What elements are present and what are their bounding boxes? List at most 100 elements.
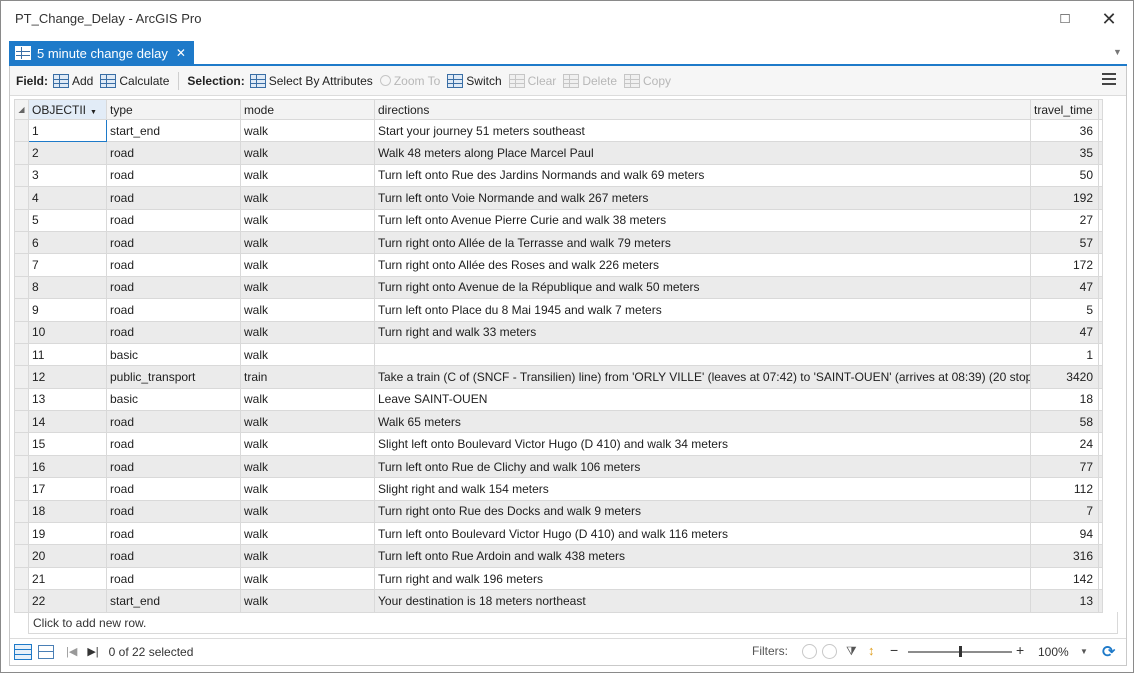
travel-time-cell[interactable]: 142 bbox=[1030, 566, 1099, 591]
objectid-cell[interactable]: 21 bbox=[28, 566, 107, 591]
delete-selection-button[interactable]: Delete bbox=[563, 73, 617, 88]
mode-cell[interactable]: walk bbox=[240, 230, 375, 255]
travel-time-cell[interactable]: 27 bbox=[1030, 208, 1099, 232]
table-row[interactable]: 18 road walk Turn right onto Rue des Docks … bbox=[14, 499, 1103, 524]
mode-cell[interactable]: walk bbox=[240, 432, 375, 456]
directions-cell[interactable]: Slight left onto Boulevard Victor Hugo (… bbox=[374, 432, 1031, 456]
first-record-icon[interactable]: |◀ bbox=[66, 645, 77, 658]
mode-cell[interactable]: walk bbox=[240, 141, 375, 165]
filter-funnel-icon[interactable]: ⧩ bbox=[846, 644, 861, 659]
add-new-row[interactable]: Click to add new row. bbox=[28, 612, 1118, 634]
table-row[interactable]: 9 road walk Turn left onto Place du 8 Mai 1… bbox=[14, 298, 1103, 322]
objectid-cell[interactable]: 10 bbox=[28, 320, 107, 344]
objectid-cell[interactable]: 20 bbox=[28, 544, 107, 568]
type-cell[interactable]: road bbox=[106, 253, 241, 277]
type-cell[interactable]: basic bbox=[106, 387, 241, 412]
row-selector[interactable] bbox=[14, 163, 29, 188]
objectid-cell[interactable]: 2 bbox=[28, 141, 107, 165]
row-selector[interactable] bbox=[14, 477, 29, 501]
mode-cell[interactable]: train bbox=[240, 365, 375, 389]
objectid-cell[interactable]: 9 bbox=[28, 298, 107, 322]
travel-time-cell[interactable]: 47 bbox=[1030, 320, 1099, 344]
directions-cell[interactable]: Turn left onto Rue de Clichy and walk 10… bbox=[374, 454, 1031, 479]
sort-updown-icon[interactable]: ↕ bbox=[868, 643, 875, 658]
objectid-cell[interactable]: 7 bbox=[28, 253, 107, 277]
calculate-field-button[interactable]: Calculate bbox=[100, 73, 169, 88]
mode-cell[interactable]: walk bbox=[240, 275, 375, 300]
directions-cell[interactable]: Turn left onto Avenue Pierre Curie and w… bbox=[374, 208, 1031, 232]
type-cell[interactable]: road bbox=[106, 544, 241, 568]
directions-cell[interactable]: Leave SAINT-OUEN bbox=[374, 387, 1031, 412]
column-header-type[interactable]: type bbox=[106, 99, 241, 120]
extent-filter-icon[interactable] bbox=[802, 644, 817, 659]
tab-close-icon[interactable]: ✕ bbox=[176, 46, 186, 60]
objectid-cell[interactable]: 22 bbox=[28, 589, 107, 613]
row-selector[interactable] bbox=[14, 230, 29, 255]
row-selector[interactable] bbox=[14, 499, 29, 524]
hamburger-menu-icon[interactable] bbox=[1102, 73, 1116, 85]
directions-cell[interactable]: Turn left onto Rue Ardoin and walk 438 m… bbox=[374, 544, 1031, 568]
table-row[interactable]: 13 basic walk Leave SAINT-OUEN 18 bbox=[14, 387, 1103, 412]
directions-cell[interactable]: Take a train (C of (SNCF - Transilien) l… bbox=[374, 365, 1031, 389]
mode-cell[interactable]: walk bbox=[240, 253, 375, 277]
objectid-cell[interactable]: 18 bbox=[28, 499, 107, 524]
show-selected-records-icon[interactable] bbox=[38, 644, 54, 659]
objectid-cell[interactable]: 6 bbox=[28, 230, 107, 255]
row-selector[interactable] bbox=[14, 342, 29, 367]
mode-cell[interactable]: walk bbox=[240, 208, 375, 232]
row-selector[interactable] bbox=[14, 275, 29, 300]
directions-cell[interactable]: Start your journey 51 meters southeast bbox=[374, 118, 1031, 143]
mode-cell[interactable]: walk bbox=[240, 298, 375, 322]
directions-cell[interactable]: Slight right and walk 154 meters bbox=[374, 477, 1031, 501]
travel-time-cell[interactable]: 18 bbox=[1030, 387, 1099, 412]
row-selector[interactable] bbox=[14, 410, 29, 434]
table-row[interactable]: 3 road walk Turn left onto Rue des Jardins … bbox=[14, 163, 1103, 188]
select-by-attributes-button[interactable]: Select By Attributes bbox=[249, 73, 373, 88]
table-row[interactable]: 8 road walk Turn right onto Avenue de la Ré… bbox=[14, 275, 1103, 300]
table-row[interactable]: 2 road walk Walk 48 meters along Place Marc… bbox=[14, 141, 1103, 165]
type-cell[interactable]: road bbox=[106, 230, 241, 255]
directions-cell[interactable]: Your destination is 18 meters northeast bbox=[374, 589, 1031, 613]
column-header-travel-time[interactable]: travel_time bbox=[1030, 99, 1099, 120]
row-selector[interactable] bbox=[14, 432, 29, 456]
directions-cell[interactable]: Turn left onto Boulevard Victor Hugo (D … bbox=[374, 522, 1031, 546]
mode-cell[interactable]: walk bbox=[240, 342, 375, 367]
mode-cell[interactable]: walk bbox=[240, 589, 375, 613]
table-row[interactable]: 14 road walk Walk 65 meters 58 bbox=[14, 410, 1103, 434]
type-cell[interactable]: road bbox=[106, 141, 241, 165]
row-selector[interactable] bbox=[14, 253, 29, 277]
travel-time-cell[interactable]: 94 bbox=[1030, 522, 1099, 546]
zoom-slider-thumb[interactable] bbox=[959, 646, 962, 657]
table-row[interactable]: 7 road walk Turn right onto Allée des Roses… bbox=[14, 253, 1103, 277]
objectid-cell[interactable]: 1 bbox=[28, 118, 107, 143]
switch-selection-button[interactable]: Switch bbox=[447, 73, 502, 88]
mode-cell[interactable]: walk bbox=[240, 320, 375, 344]
type-cell[interactable]: road bbox=[106, 275, 241, 300]
mode-cell[interactable]: walk bbox=[240, 522, 375, 546]
objectid-cell[interactable]: 15 bbox=[28, 432, 107, 456]
table-row[interactable]: 4 road walk Turn left onto Voie Normande an… bbox=[14, 186, 1103, 210]
table-row[interactable]: 20 road walk Turn left onto Rue Ardoin and … bbox=[14, 544, 1103, 568]
travel-time-cell[interactable]: 24 bbox=[1030, 432, 1099, 456]
travel-time-cell[interactable]: 316 bbox=[1030, 544, 1099, 568]
travel-time-cell[interactable]: 172 bbox=[1030, 253, 1099, 277]
tab-5-minute-change-delay[interactable]: 5 minute change delay ✕ bbox=[9, 41, 194, 65]
table-row[interactable]: 22 start_end walk Your destination is 18 me… bbox=[14, 589, 1103, 613]
objectid-cell[interactable]: 3 bbox=[28, 163, 107, 188]
type-cell[interactable]: road bbox=[106, 320, 241, 344]
objectid-cell[interactable]: 5 bbox=[28, 208, 107, 232]
type-cell[interactable]: road bbox=[106, 432, 241, 456]
select-all-corner[interactable]: ◢ bbox=[14, 99, 29, 120]
type-cell[interactable]: road bbox=[106, 499, 241, 524]
directions-cell[interactable]: Turn left onto Place du 8 Mai 1945 and w… bbox=[374, 298, 1031, 322]
column-header-objectid[interactable]: OBJECTII ▼ bbox=[28, 99, 107, 120]
mode-cell[interactable]: walk bbox=[240, 387, 375, 412]
row-selector[interactable] bbox=[14, 387, 29, 412]
last-record-icon[interactable]: ▶| bbox=[87, 645, 98, 658]
travel-time-cell[interactable]: 13 bbox=[1030, 589, 1099, 613]
type-cell[interactable]: road bbox=[106, 298, 241, 322]
travel-time-cell[interactable]: 192 bbox=[1030, 186, 1099, 210]
chevron-down-icon[interactable]: ▼ bbox=[1113, 47, 1122, 57]
mode-cell[interactable]: walk bbox=[240, 544, 375, 568]
row-selector[interactable] bbox=[14, 522, 29, 546]
